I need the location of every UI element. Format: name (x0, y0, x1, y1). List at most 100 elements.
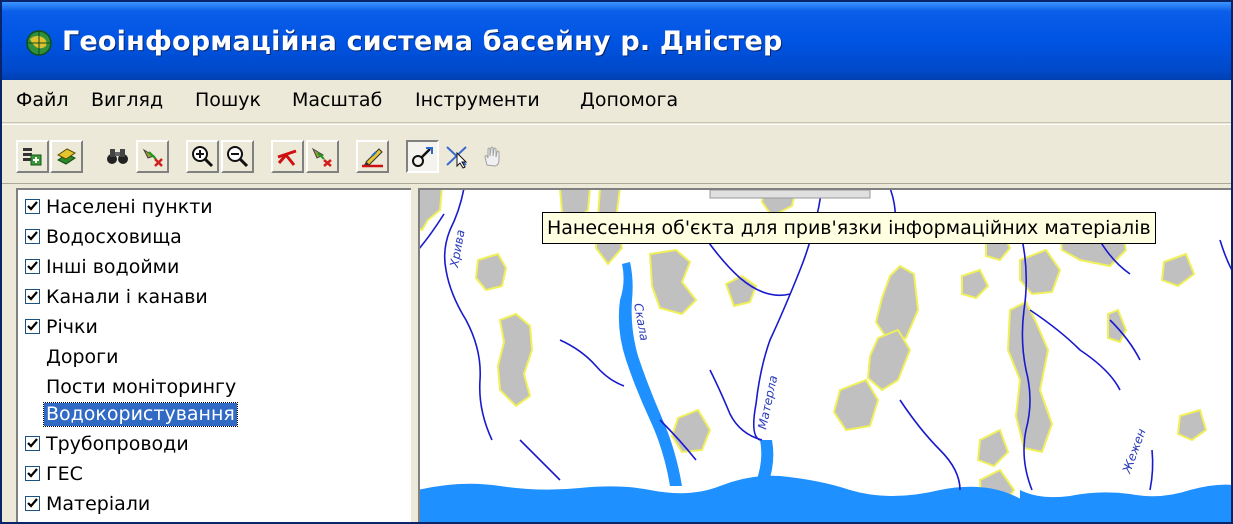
hand-pan-icon (484, 146, 500, 167)
settlement-polygon (724, 274, 758, 308)
settlement-polygon (866, 328, 912, 392)
check-icon (27, 231, 38, 241)
settlement-polygon (670, 408, 712, 454)
title-bar[interactable]: Геоінформаційна система басейну р. Дніст… (2, 2, 1231, 80)
menu-search[interactable]: Пошук (195, 89, 261, 111)
map-river-label: Скала (631, 302, 651, 342)
settlement-polygon (832, 378, 880, 432)
layer-checkbox[interactable] (25, 379, 40, 394)
settlement-polygon (474, 252, 508, 292)
layer-label: Водокористування (43, 402, 238, 427)
layer-label: Населені пункти (46, 196, 213, 218)
layer-checkbox[interactable] (25, 436, 40, 451)
menu-help[interactable]: Допомога (580, 89, 678, 111)
clear-selection-icon (142, 148, 163, 167)
zoom-in-button[interactable] (186, 140, 219, 173)
zoom-in-icon (192, 146, 214, 168)
check-icon (27, 321, 38, 331)
add-layer-button[interactable] (16, 140, 49, 173)
layer-water-use[interactable]: Водокористування (22, 402, 407, 427)
add-layer-icon (23, 148, 42, 166)
layer-label: Дороги (46, 346, 119, 368)
layer-label: Трубопроводи (46, 433, 189, 455)
layer-reservoirs[interactable]: Водосховища (22, 226, 407, 249)
check-icon (27, 468, 38, 478)
layer-checkbox[interactable] (25, 319, 40, 334)
layer-rivers[interactable]: Річки (22, 316, 407, 339)
river-line (443, 190, 493, 441)
clear-selection-button[interactable] (136, 140, 169, 173)
pan-button[interactable] (271, 140, 304, 173)
tooltip: Нанесення об'єкта для прив'язки інформац… (542, 212, 1156, 244)
river-line (559, 339, 625, 387)
check-icon (27, 261, 38, 271)
layer-label: Матеріали (46, 493, 151, 515)
map-river-label: Жежен (1119, 427, 1148, 476)
settlement-polygon (496, 312, 534, 408)
pan-arrows-icon (277, 149, 297, 166)
layer-other-waterbodies[interactable]: Інші водойми (22, 256, 407, 279)
toolbar (2, 124, 1231, 184)
settlement-polygon (1160, 252, 1196, 288)
panel-splitter[interactable] (411, 188, 418, 522)
search-button[interactable] (101, 140, 134, 173)
select-pointer-icon (446, 146, 468, 169)
settlement-polygon (976, 428, 1010, 468)
settlement-polygon (420, 190, 443, 232)
layer-settlements[interactable]: Населені пункти (22, 196, 407, 219)
app-window: Геоінформаційна система басейну р. Дніст… (0, 0, 1233, 524)
river-line (519, 439, 561, 481)
check-icon (27, 291, 38, 301)
river-line (899, 399, 961, 491)
layer-checkbox[interactable] (25, 259, 40, 274)
settlement-polygon (874, 264, 920, 342)
place-object-icon (412, 147, 433, 167)
layers-button[interactable] (50, 140, 83, 173)
binoculars-search-icon (107, 149, 128, 164)
menu-bar: Файл Вигляд Пошук Масштаб Інструменти До… (2, 80, 1231, 123)
check-icon (27, 498, 38, 508)
layer-checkbox[interactable] (25, 406, 40, 421)
zoom-out-button[interactable] (221, 140, 254, 173)
layers-icon (57, 148, 76, 165)
layer-canals[interactable]: Канали і канави (22, 286, 407, 309)
menu-file[interactable]: Файл (16, 89, 69, 111)
globe-icon (26, 30, 52, 56)
layer-label: ГЕС (46, 463, 83, 485)
clear-markers-icon (311, 147, 332, 167)
layer-label: Пости моніторингу (46, 376, 237, 398)
layer-label: Річки (46, 316, 98, 338)
layer-checkbox[interactable] (25, 349, 40, 364)
edit-button[interactable] (356, 140, 389, 173)
hand-pan-button[interactable] (476, 140, 509, 173)
zoom-out-icon (227, 146, 249, 168)
settlement-polygon (648, 248, 698, 316)
layer-checkbox[interactable] (25, 496, 40, 511)
menu-tools[interactable]: Інструменти (415, 89, 540, 111)
layer-checkbox[interactable] (25, 229, 40, 244)
select-tool-button[interactable] (441, 140, 474, 173)
menu-scale[interactable]: Масштаб (292, 89, 382, 111)
layer-monitoring-posts[interactable]: Пости моніторингу (22, 376, 407, 399)
settlement-polygon (961, 268, 990, 300)
place-object-button[interactable] (406, 140, 439, 173)
settlement-polygon (1107, 308, 1128, 344)
layer-materials[interactable]: Матеріали (22, 493, 407, 516)
layer-roads[interactable]: Дороги (22, 346, 407, 369)
layer-pipelines[interactable]: Трубопроводи (22, 433, 407, 456)
layer-hydro-plants[interactable]: ГЕС (22, 463, 407, 486)
settlement-polygon (1176, 408, 1208, 442)
layer-label: Водосховища (46, 226, 182, 248)
edit-pen-icon (362, 148, 383, 168)
layers-panel: Населені пункти Водосховища Інші водойми… (16, 188, 415, 522)
layer-label: Канали і канави (46, 286, 208, 308)
clear-markers-button[interactable] (306, 140, 339, 173)
settlement-polygon (1006, 300, 1054, 454)
menu-view[interactable]: Вигляд (91, 89, 163, 111)
layer-checkbox[interactable] (25, 289, 40, 304)
layer-checkbox[interactable] (25, 199, 40, 214)
check-icon (27, 201, 38, 211)
map-label-strip (709, 190, 871, 199)
river-channel (1020, 484, 1231, 522)
layer-checkbox[interactable] (25, 466, 40, 481)
